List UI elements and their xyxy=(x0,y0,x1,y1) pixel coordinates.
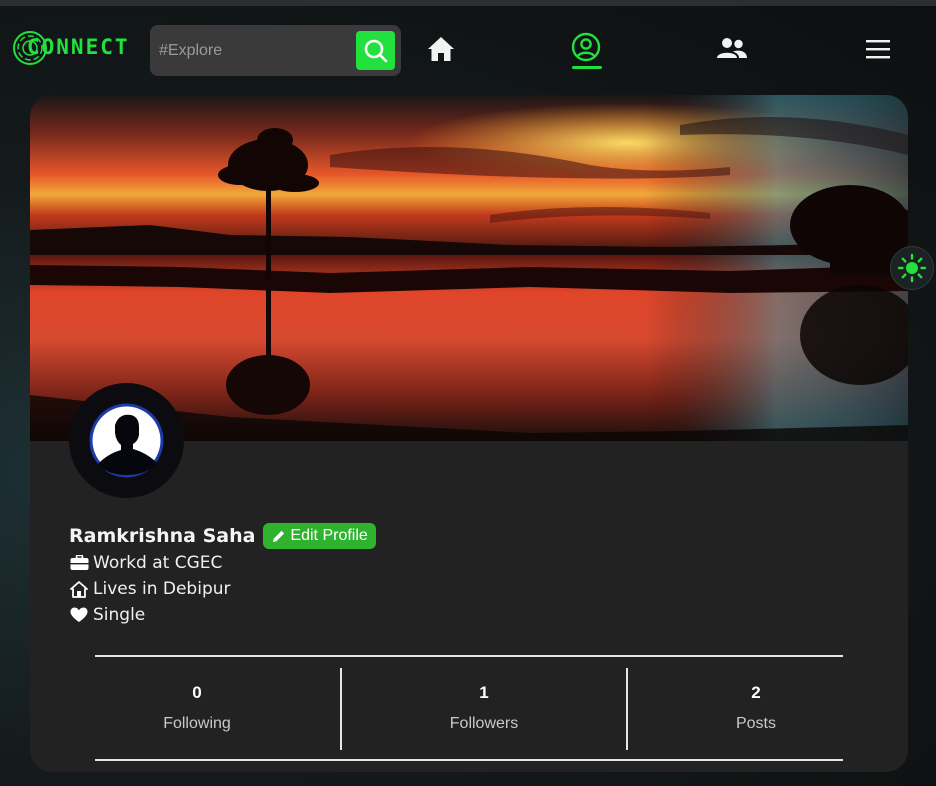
pencil-icon xyxy=(273,530,285,542)
info-location-text: Lives in Debipur xyxy=(93,579,231,599)
stat-following[interactable]: 0 Following xyxy=(97,683,297,733)
stat-posts-label: Posts xyxy=(735,715,776,732)
info-work-text: Workd at CGEC xyxy=(93,553,223,573)
home-icon xyxy=(428,37,454,61)
nav-home[interactable] xyxy=(426,34,456,64)
stats-divider-bottom xyxy=(95,759,843,761)
cover-photo[interactable] xyxy=(30,95,908,441)
stats-divider-top xyxy=(95,655,843,657)
profile-card: Ramkrishna Saha Edit Profile Workd at CG… xyxy=(30,95,908,772)
search-bar xyxy=(150,25,401,76)
search-button[interactable] xyxy=(356,31,395,70)
search-input[interactable] xyxy=(150,25,350,76)
stat-followers[interactable]: 1 Followers xyxy=(384,683,584,733)
avatar[interactable] xyxy=(69,383,184,498)
stat-following-count: 0 xyxy=(192,683,202,702)
stat-following-label: Following xyxy=(163,715,231,732)
brand-name: CONNECT xyxy=(27,35,130,59)
edit-profile-label: Edit Profile xyxy=(290,527,368,544)
stat-followers-count: 1 xyxy=(479,683,489,702)
search-icon xyxy=(364,39,387,62)
sun-icon xyxy=(897,253,927,283)
info-location: Lives in Debipur xyxy=(69,579,231,599)
stat-followers-label: Followers xyxy=(449,715,519,732)
brand-logo[interactable]: CONNECT xyxy=(12,30,128,66)
nav-active-indicator xyxy=(572,66,602,69)
house-icon xyxy=(69,580,89,598)
navbar: CONNECT xyxy=(0,6,936,90)
stats-divider xyxy=(626,668,628,750)
heart-icon xyxy=(69,606,89,624)
profile-name: Ramkrishna Saha xyxy=(69,525,256,547)
nav-friends[interactable] xyxy=(716,36,748,62)
info-work: Workd at CGEC xyxy=(69,553,222,573)
hamburger-menu-icon xyxy=(866,40,890,59)
info-relationship: Single xyxy=(69,605,145,625)
nav-profile[interactable] xyxy=(571,32,601,62)
edit-profile-button[interactable]: Edit Profile xyxy=(263,523,376,549)
info-relationship-text: Single xyxy=(93,605,146,625)
profile-header: Ramkrishna Saha Edit Profile xyxy=(69,523,376,549)
profile-picture xyxy=(89,403,164,478)
stat-posts[interactable]: 2 Posts xyxy=(656,683,856,733)
briefcase-icon xyxy=(69,554,89,572)
nav-menu[interactable] xyxy=(864,36,892,62)
users-icon xyxy=(717,38,747,58)
theme-toggle-button[interactable] xyxy=(890,246,934,290)
user-circle-icon xyxy=(571,32,601,62)
stats-divider xyxy=(340,668,342,750)
stat-posts-count: 2 xyxy=(751,683,761,702)
